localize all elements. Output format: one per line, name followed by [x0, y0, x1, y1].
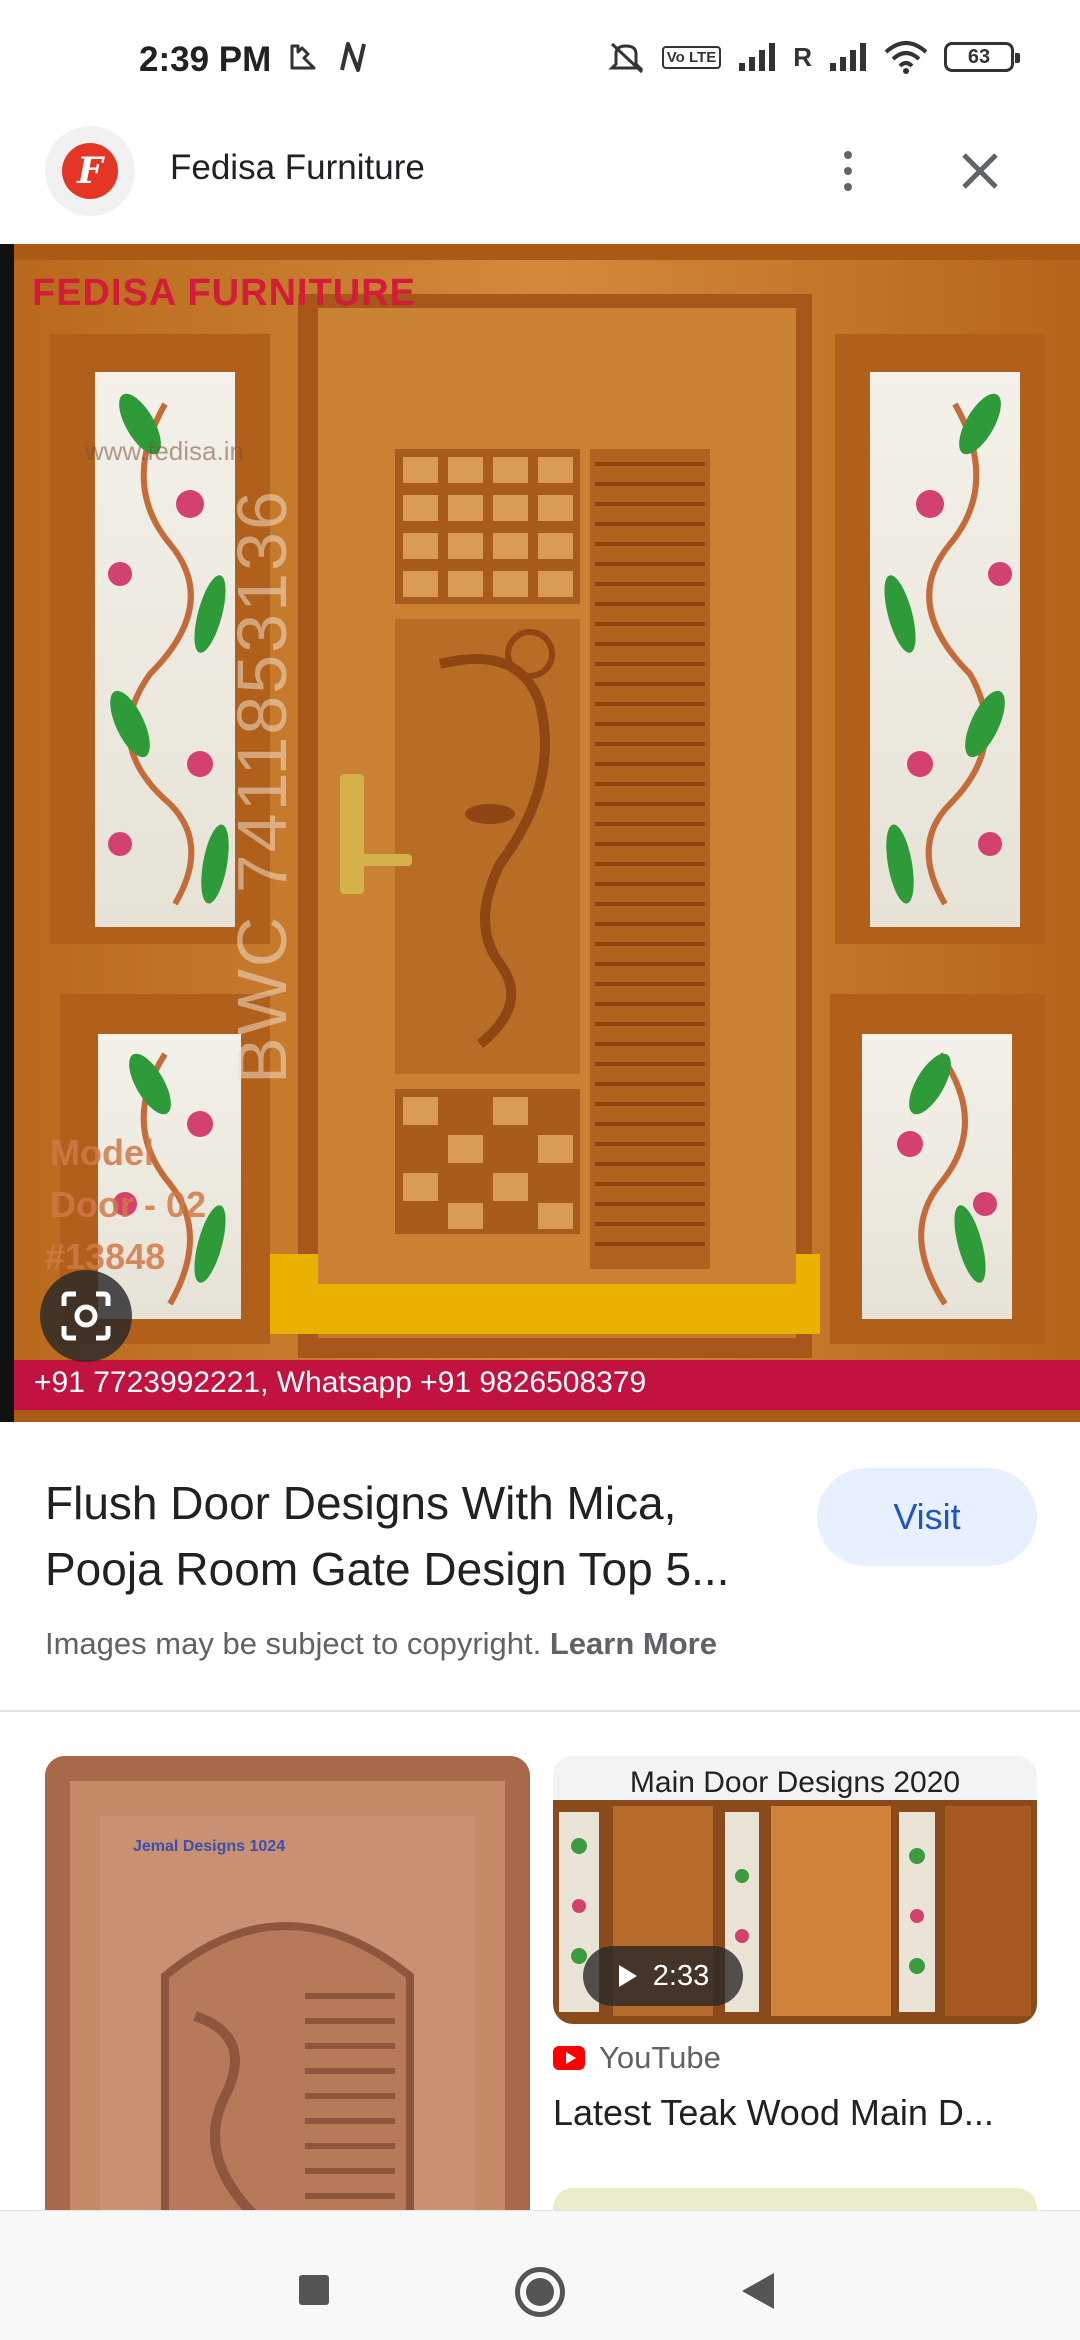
- roaming-label: R: [793, 42, 812, 72]
- lens-button[interactable]: [40, 1270, 132, 1362]
- watermark-url: www.fedisa.in: [85, 436, 244, 466]
- carved-door-thumbnail: [45, 1756, 530, 2236]
- related-video-card[interactable]: Main Door Designs 2020 2:33: [553, 1756, 1037, 2024]
- signal-icon-2: [830, 43, 866, 71]
- source-header: F Fedisa Furniture: [0, 126, 1080, 246]
- wifi-icon: [884, 41, 928, 74]
- thumbnail-caption: Jemal Designs 1024: [133, 1838, 286, 1855]
- mute-icon: [608, 42, 644, 74]
- home-button[interactable]: [515, 2267, 565, 2317]
- video-title[interactable]: Latest Teak Wood Main D...: [553, 2092, 1043, 2134]
- copyright-text: Images may be subject to copyright.: [45, 1626, 542, 1661]
- video-source-name: YouTube: [599, 2040, 721, 2075]
- signal-icon: [739, 43, 776, 71]
- home-icon: [526, 2278, 554, 2306]
- vertical-code: BWC 7411853136: [223, 489, 301, 1084]
- watermark-brand: FEDISA FURNITURE: [32, 272, 417, 314]
- site-logo[interactable]: F: [45, 126, 135, 216]
- learn-more-link[interactable]: Learn More: [550, 1626, 717, 1661]
- notification-icon: [290, 44, 316, 70]
- back-button[interactable]: [742, 2273, 774, 2309]
- site-name[interactable]: Fedisa Furniture: [170, 148, 425, 188]
- system-nav-bar: [0, 2210, 1080, 2340]
- video-overlay-text: Main Door Designs 2020: [629, 1766, 961, 1799]
- preview-image[interactable]: FEDISA FURNITURE www.fedisa.in BWC 74118…: [0, 244, 1080, 1422]
- volte-icon: Vo LTE: [661, 45, 722, 69]
- recents-button[interactable]: [299, 2275, 329, 2305]
- youtube-icon: [553, 2046, 585, 2070]
- n-icon: [340, 42, 366, 72]
- close-button[interactable]: [950, 136, 1010, 206]
- more-dot: [844, 151, 852, 159]
- more-dot: [844, 167, 852, 175]
- status-bar: 2:39 PM Vo LTE R 63: [0, 0, 1080, 126]
- battery-icon: 63: [944, 42, 1020, 72]
- status-left-icons: [286, 40, 368, 74]
- copyright-notice: Images may be subject to copyright. Lear…: [45, 1626, 717, 1662]
- play-icon: [618, 1965, 637, 1987]
- video-duration-badge: 2:33: [583, 1946, 743, 2006]
- status-time: 2:39 PM: [139, 40, 272, 79]
- more-dot: [844, 183, 852, 191]
- result-title[interactable]: Flush Door Designs With Mica, Pooja Room…: [45, 1470, 805, 1602]
- status-icons: Vo LTE R 63: [608, 40, 1020, 74]
- related-image-card[interactable]: Jemal Designs 1024: [45, 1756, 530, 2236]
- model-line-3: #13848: [45, 1236, 166, 1277]
- contact-banner: +91 7723992221, Whatsapp +91 9826508379: [34, 1366, 647, 1399]
- close-icon: [962, 153, 998, 189]
- model-line-2: Door - 02: [50, 1184, 207, 1225]
- model-line-1: Model: [50, 1132, 154, 1173]
- more-options-button[interactable]: [820, 136, 876, 206]
- battery-level: 63: [967, 45, 991, 68]
- lens-icon: [61, 1291, 111, 1341]
- video-source: YouTube: [553, 2040, 721, 2076]
- divider: [0, 1710, 1080, 1712]
- logo-letter: F: [62, 143, 118, 199]
- video-duration: 2:33: [652, 1959, 710, 1992]
- visit-button[interactable]: Visit: [817, 1468, 1037, 1566]
